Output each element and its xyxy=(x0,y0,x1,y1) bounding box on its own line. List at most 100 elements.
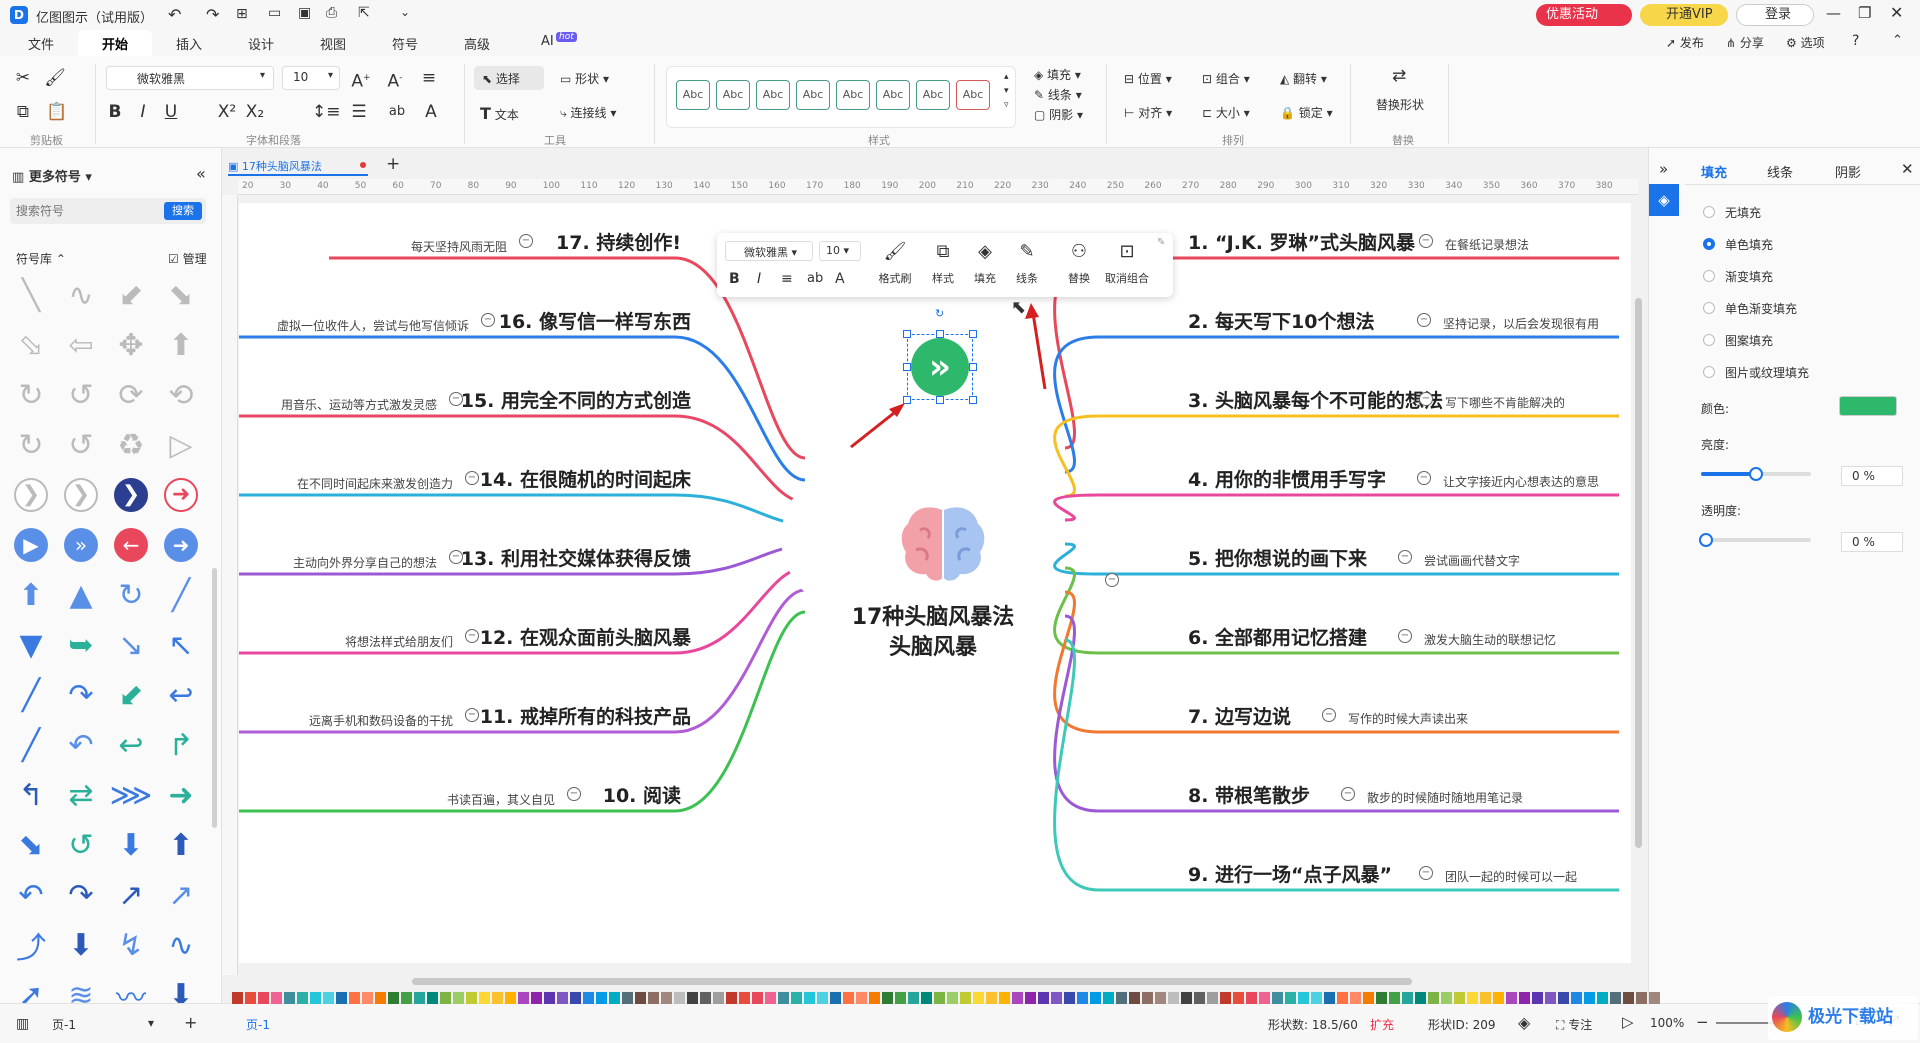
palette-swatch[interactable] xyxy=(934,992,945,1004)
palette-swatch[interactable] xyxy=(778,992,789,1004)
palette-swatch[interactable] xyxy=(375,992,386,1004)
symbol-shape-icon[interactable]: ↱ xyxy=(160,724,202,766)
help-icon[interactable]: ? xyxy=(1852,33,1859,49)
bullets-icon[interactable]: ☰ xyxy=(348,102,370,122)
float-case-icon[interactable]: ab xyxy=(807,271,823,286)
menu-file[interactable]: 文件 xyxy=(28,34,54,53)
palette-swatch[interactable] xyxy=(1610,992,1621,1004)
style-preset-4[interactable]: Abc xyxy=(796,80,830,110)
palette-swatch[interactable] xyxy=(245,992,256,1004)
left-branch-note[interactable]: 将想法样式给朋友们 xyxy=(345,633,453,650)
fill-option-radio[interactable] xyxy=(1703,270,1715,282)
palette-swatch[interactable] xyxy=(869,992,880,1004)
palette-swatch[interactable] xyxy=(674,992,685,1004)
palette-swatch[interactable] xyxy=(297,992,308,1004)
float-italic-icon[interactable]: I xyxy=(757,271,761,287)
select-tool-button[interactable]: ⬉ 选择 xyxy=(474,66,544,90)
symbol-shape-icon[interactable]: ↻ xyxy=(10,424,52,466)
symbol-shape-icon[interactable]: ▲ xyxy=(60,574,102,616)
right-branch-note[interactable]: 写作的时候大声读出来 xyxy=(1348,710,1468,727)
fill-option-label[interactable]: 单色填充 xyxy=(1725,236,1773,253)
palette-swatch[interactable] xyxy=(596,992,607,1004)
palette-swatch[interactable] xyxy=(1649,992,1660,1004)
zoom-value[interactable]: 100% xyxy=(1650,1016,1684,1030)
palette-swatch[interactable] xyxy=(518,992,529,1004)
palette-swatch[interactable] xyxy=(1220,992,1231,1004)
symbol-shape-icon[interactable]: ⬊ xyxy=(160,274,202,316)
palette-swatch[interactable] xyxy=(310,992,321,1004)
palette-swatch[interactable] xyxy=(609,992,620,1004)
symbol-search-button[interactable]: 搜索 xyxy=(164,202,202,220)
palette-swatch[interactable] xyxy=(895,992,906,1004)
symbol-shape-icon[interactable]: ⬋ xyxy=(110,274,152,316)
maximize-icon[interactable]: ❐ xyxy=(1858,4,1871,22)
grow-font-icon[interactable]: A+ xyxy=(350,68,372,92)
left-branch-title[interactable]: 16. 像写信一样写东西 xyxy=(499,307,691,334)
palette-swatch[interactable] xyxy=(1194,992,1205,1004)
symbol-shape-icon[interactable]: ❯ xyxy=(110,474,152,516)
palette-swatch[interactable] xyxy=(323,992,334,1004)
collapse-toggle[interactable]: − xyxy=(1419,392,1433,406)
pin-icon[interactable]: ✎ xyxy=(1157,237,1165,248)
fill-option-radio[interactable] xyxy=(1703,238,1715,250)
fill-option-label[interactable]: 无填充 xyxy=(1725,204,1761,221)
palette-swatch[interactable] xyxy=(960,992,971,1004)
brightness-value[interactable]: 0 % xyxy=(1841,466,1903,486)
palette-swatch[interactable] xyxy=(791,992,802,1004)
palette-swatch[interactable] xyxy=(1623,992,1634,1004)
symbol-shape-icon[interactable]: ↶ xyxy=(10,874,52,916)
palette-swatch[interactable] xyxy=(1506,992,1517,1004)
undo-icon[interactable]: ↶ xyxy=(168,5,181,24)
symbol-shape-icon[interactable]: ➜ xyxy=(160,774,202,816)
collapse-toggle[interactable]: − xyxy=(1398,550,1412,564)
symbol-shape-icon[interactable]: ❯ xyxy=(10,474,52,516)
symbol-shape-icon[interactable]: ↩ xyxy=(160,674,202,716)
right-branch-note[interactable]: 散步的时候随时随地用笔记录 xyxy=(1367,789,1523,806)
left-branch-note[interactable]: 远离手机和数码设备的干扰 xyxy=(309,712,453,729)
print-icon[interactable]: ⎙ xyxy=(326,5,337,21)
style-preset-6[interactable]: Abc xyxy=(876,80,910,110)
collapse-toggle[interactable]: − xyxy=(567,787,581,801)
left-branch-note[interactable]: 每天坚持风雨无阻 xyxy=(411,238,507,255)
zoom-out-icon[interactable]: − xyxy=(1696,1013,1709,1031)
palette-swatch[interactable] xyxy=(973,992,984,1004)
left-branch-note[interactable]: 主动向外界分享自己的想法 xyxy=(293,554,437,571)
collapse-ribbon-icon[interactable]: ⌃ xyxy=(1892,33,1903,48)
menu-design[interactable]: 设计 xyxy=(248,34,274,53)
fill-button[interactable]: ◈ 填充 ▾ xyxy=(1034,66,1081,83)
resize-handle[interactable] xyxy=(903,363,911,371)
right-branch-title[interactable]: 3. 头脑风暴每个不可能的想法 xyxy=(1188,386,1443,413)
style-scroll-icon[interactable]: ▴ ▾ ▿ xyxy=(1004,70,1009,112)
palette-swatch[interactable] xyxy=(986,992,997,1004)
float-fill[interactable]: ◈ 填充 xyxy=(967,241,1003,286)
page-layout-icon[interactable]: ▥ xyxy=(16,1016,29,1032)
palette-swatch[interactable] xyxy=(1116,992,1127,1004)
symbol-shape-icon[interactable]: ⟳ xyxy=(110,374,152,416)
left-branch-title[interactable]: 10. 阅读 xyxy=(603,781,681,808)
palette-swatch[interactable] xyxy=(570,992,581,1004)
palette-swatch[interactable] xyxy=(843,992,854,1004)
resize-handle[interactable] xyxy=(936,330,944,338)
palette-swatch[interactable] xyxy=(635,992,646,1004)
float-bold-icon[interactable]: B xyxy=(729,271,740,287)
customize-icon[interactable]: ⌄ xyxy=(400,5,410,19)
play-icon[interactable]: ▷ xyxy=(1622,1013,1634,1031)
symbol-shape-icon[interactable]: ╲ xyxy=(10,274,52,316)
flip-button[interactable]: ◭ 翻转 ▾ xyxy=(1280,70,1327,87)
new-tab-icon[interactable]: + xyxy=(386,154,400,174)
palette-swatch[interactable] xyxy=(1155,992,1166,1004)
palette-swatch[interactable] xyxy=(1636,992,1647,1004)
symbol-shape-icon[interactable]: ↗ xyxy=(160,874,202,916)
collapse-toggle[interactable]: − xyxy=(1417,471,1431,485)
palette-swatch[interactable] xyxy=(1558,992,1569,1004)
palette-swatch[interactable] xyxy=(1350,992,1361,1004)
float-ungroup[interactable]: ⊡ 取消组合 xyxy=(1099,241,1155,286)
float-align-icon[interactable]: ≡ xyxy=(781,271,793,287)
right-branch-title[interactable]: 8. 带根笔散步 xyxy=(1188,781,1310,808)
fill-option-radio[interactable] xyxy=(1703,206,1715,218)
left-branch-title[interactable]: 14. 在很随机的时间起床 xyxy=(480,465,691,492)
superscript-icon[interactable]: X² xyxy=(216,102,238,122)
symbol-shape-icon[interactable]: ⬆ xyxy=(160,824,202,866)
right-branch-note[interactable]: 在餐纸记录想法 xyxy=(1445,236,1529,253)
symbol-shape-icon[interactable]: ↖ xyxy=(160,624,202,666)
